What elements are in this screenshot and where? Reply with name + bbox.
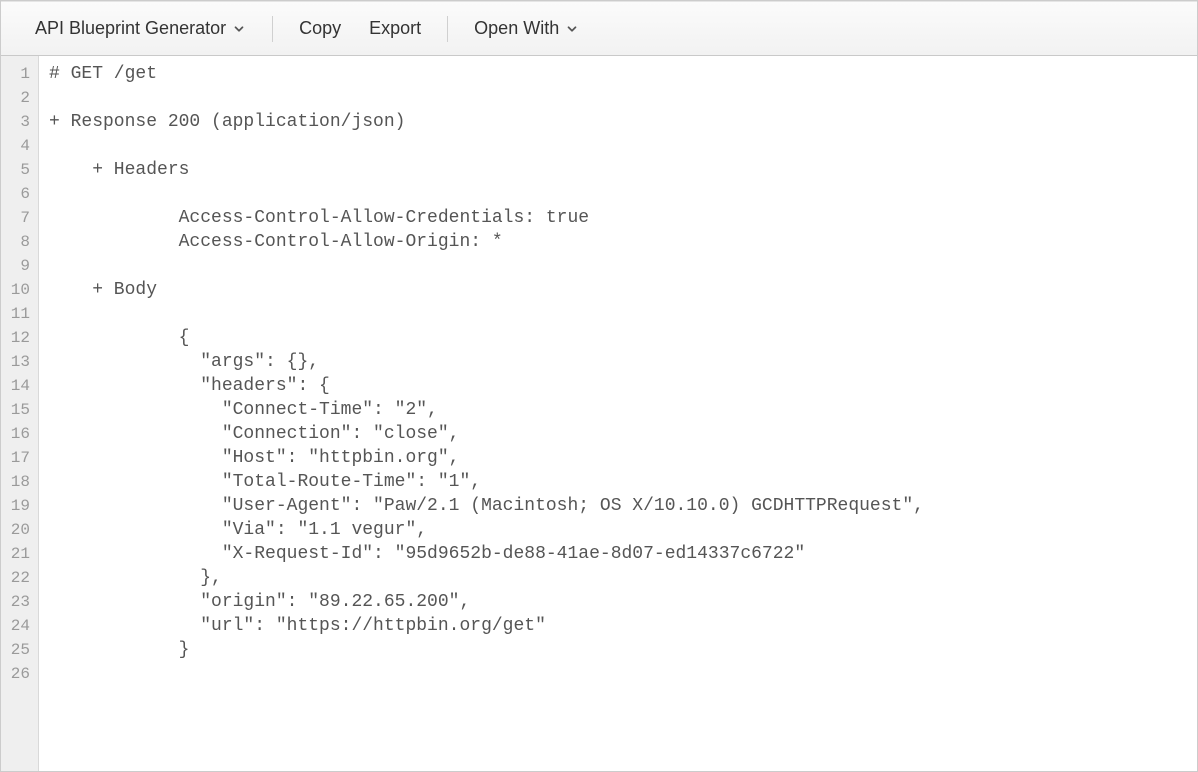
chevron-down-icon [232,18,246,39]
separator [447,16,448,42]
code-line: "Host": "httpbin.org", [49,446,1197,470]
code-line: { [49,326,1197,350]
code-line [49,182,1197,206]
editor-area: 1234567891011121314151617181920212223242… [1,56,1197,771]
code-line: "User-Agent": "Paw/2.1 (Macintosh; OS X/… [49,494,1197,518]
separator [272,16,273,42]
line-number: 12 [1,326,38,350]
code-line: + Headers [49,158,1197,182]
generator-dropdown[interactable]: API Blueprint Generator [21,12,260,45]
line-number: 17 [1,446,38,470]
line-number: 2 [1,86,38,110]
code-line: "url": "https://httpbin.org/get" [49,614,1197,638]
open-with-label: Open With [474,18,559,39]
line-number: 20 [1,518,38,542]
line-number: 10 [1,278,38,302]
toolbar: API Blueprint Generator Copy Export Open… [1,1,1197,56]
open-with-dropdown[interactable]: Open With [460,12,593,45]
code-line: "args": {}, [49,350,1197,374]
code-line: "Connection": "close", [49,422,1197,446]
code-line [49,134,1197,158]
export-button[interactable]: Export [355,12,435,45]
code-line: Access-Control-Allow-Credentials: true [49,206,1197,230]
line-number: 23 [1,590,38,614]
code-line: "X-Request-Id": "95d9652b-de88-41ae-8d07… [49,542,1197,566]
line-number-gutter: 1234567891011121314151617181920212223242… [1,56,39,771]
line-number: 4 [1,134,38,158]
line-number: 26 [1,662,38,686]
code-line [49,86,1197,110]
code-line: "Via": "1.1 vegur", [49,518,1197,542]
code-line: + Body [49,278,1197,302]
code-line: "headers": { [49,374,1197,398]
export-label: Export [369,18,421,39]
line-number: 6 [1,182,38,206]
code-line: } [49,638,1197,662]
code-line [49,662,1197,686]
line-number: 11 [1,302,38,326]
chevron-down-icon [565,18,579,39]
line-number: 21 [1,542,38,566]
line-number: 24 [1,614,38,638]
line-number: 25 [1,638,38,662]
code-line: }, [49,566,1197,590]
line-number: 15 [1,398,38,422]
code-line: "origin": "89.22.65.200", [49,590,1197,614]
copy-label: Copy [299,18,341,39]
code-content[interactable]: # GET /get + Response 200 (application/js… [39,56,1197,771]
code-line [49,302,1197,326]
line-number: 18 [1,470,38,494]
code-line: + Response 200 (application/json) [49,110,1197,134]
line-number: 9 [1,254,38,278]
line-number: 14 [1,374,38,398]
code-line: Access-Control-Allow-Origin: * [49,230,1197,254]
generator-label: API Blueprint Generator [35,18,226,39]
line-number: 22 [1,566,38,590]
copy-button[interactable]: Copy [285,12,355,45]
line-number: 19 [1,494,38,518]
line-number: 16 [1,422,38,446]
line-number: 8 [1,230,38,254]
code-line [49,254,1197,278]
code-line: "Connect-Time": "2", [49,398,1197,422]
line-number: 13 [1,350,38,374]
line-number: 3 [1,110,38,134]
line-number: 7 [1,206,38,230]
line-number: 5 [1,158,38,182]
line-number: 1 [1,62,38,86]
code-line: "Total-Route-Time": "1", [49,470,1197,494]
code-line: # GET /get [49,62,1197,86]
